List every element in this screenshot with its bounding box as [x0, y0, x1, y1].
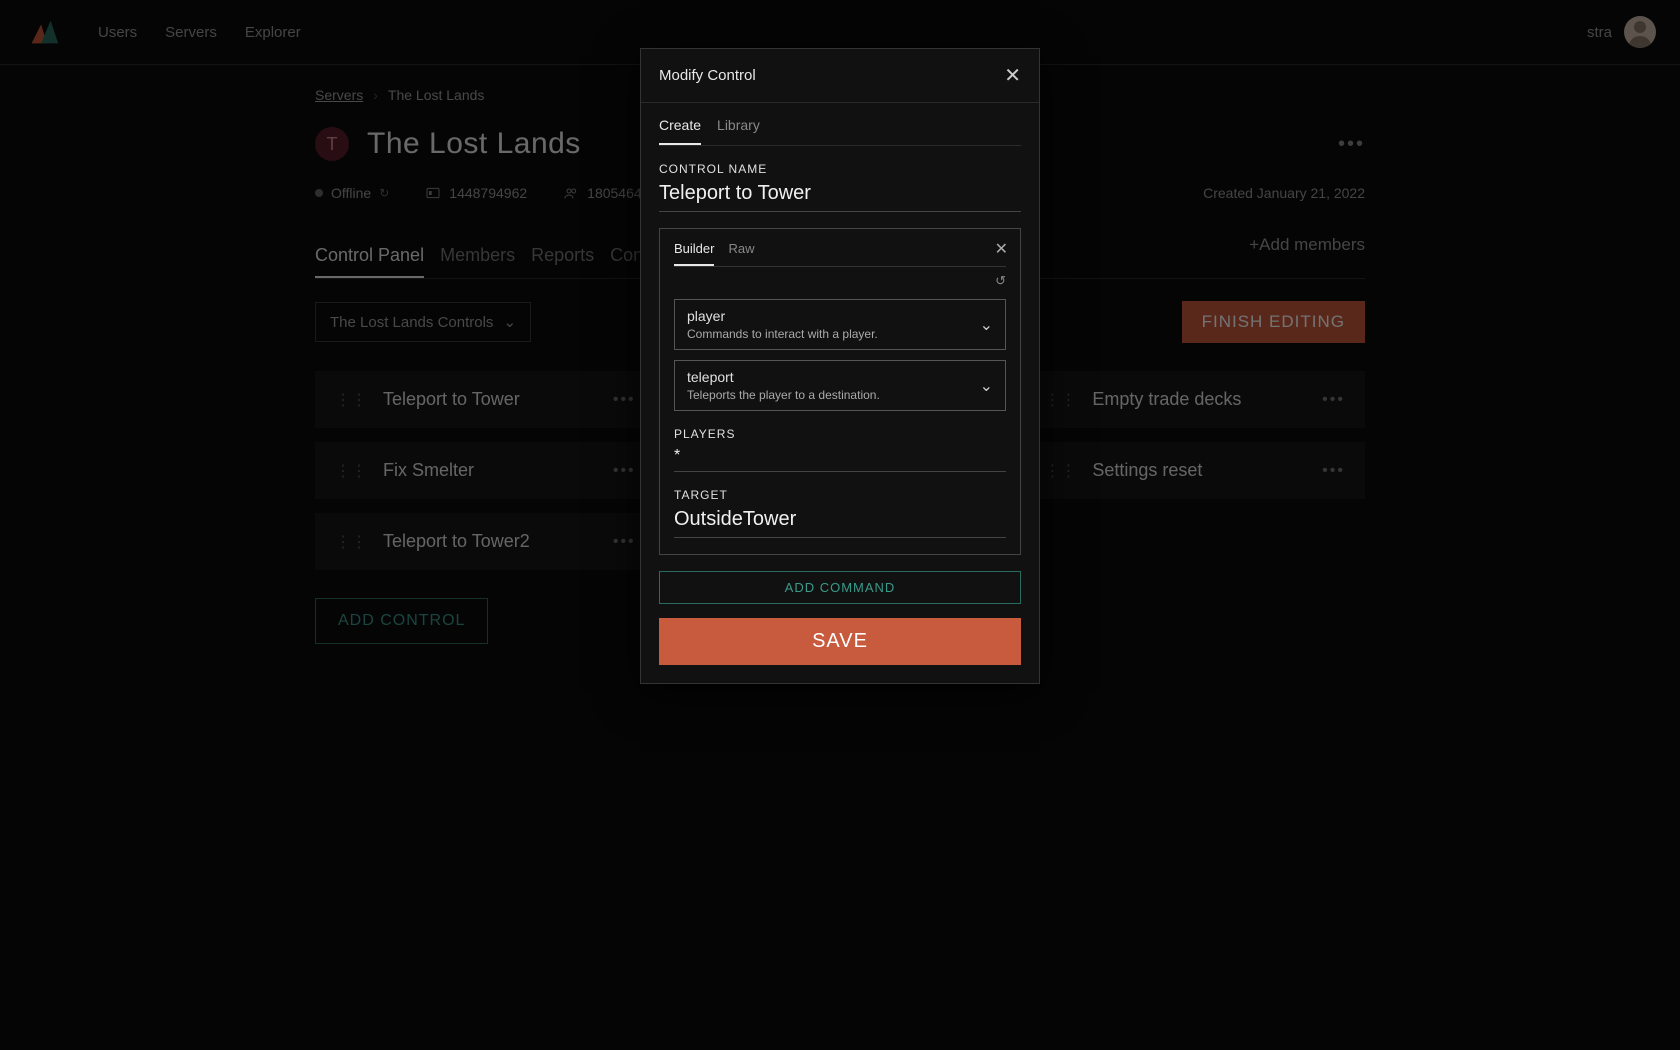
control-name-input[interactable]	[659, 176, 1021, 212]
command-select-teleport[interactable]: teleport Teleports the player to a desti…	[674, 360, 1006, 411]
players-input[interactable]	[674, 441, 1006, 472]
builder-box: ✕ Builder Raw ↺ player Commands to inter…	[659, 228, 1021, 555]
command-desc: Teleports the player to a destination.	[687, 388, 880, 402]
command-name: teleport	[687, 369, 880, 385]
builder-tab-raw[interactable]: Raw	[728, 241, 754, 266]
command-desc: Commands to interact with a player.	[687, 327, 878, 341]
modify-control-modal: Modify Control ✕ Create Library CONTROL …	[640, 48, 1040, 684]
chevron-down-icon: ⌄	[980, 376, 993, 396]
modal-tab-library[interactable]: Library	[717, 107, 760, 145]
undo-icon[interactable]: ↺	[674, 273, 1006, 289]
modal-title: Modify Control	[659, 67, 756, 84]
target-input[interactable]	[674, 502, 1006, 538]
control-name-label: CONTROL NAME	[659, 162, 1021, 176]
save-button[interactable]: SAVE	[659, 618, 1021, 665]
chevron-down-icon: ⌄	[980, 315, 993, 335]
builder-tab-builder[interactable]: Builder	[674, 241, 714, 266]
close-icon[interactable]: ✕	[1004, 63, 1021, 88]
players-label: PLAYERS	[674, 427, 1006, 441]
command-name: player	[687, 308, 878, 324]
add-command-button[interactable]: ADD COMMAND	[659, 571, 1021, 604]
target-label: TARGET	[674, 488, 1006, 502]
command-select-player[interactable]: player Commands to interact with a playe…	[674, 299, 1006, 350]
modal-tab-create[interactable]: Create	[659, 107, 701, 145]
builder-close-icon[interactable]: ✕	[995, 239, 1008, 259]
